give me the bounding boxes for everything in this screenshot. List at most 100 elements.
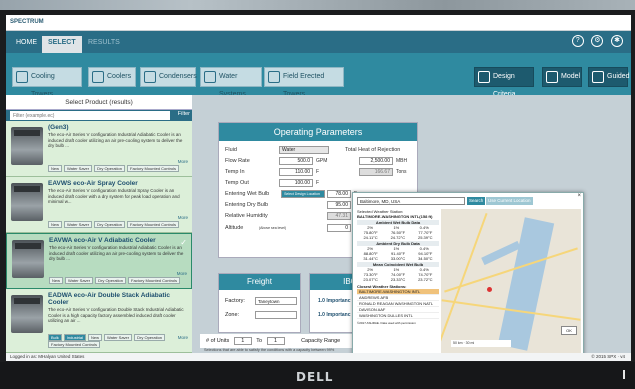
temp-in-unit: F — [316, 169, 320, 175]
ok-button[interactable]: OK — [561, 326, 577, 335]
product-tags: New Water Saver Dry Operation Factory Mount… — [48, 221, 181, 228]
heat-rejection-label: Total Heat of Rejection — [345, 147, 401, 153]
filter-input[interactable] — [10, 111, 170, 120]
use-current-location-button[interactable]: Use Current Location — [486, 197, 533, 205]
weather-data-table: Selected Weather Station: BALTIMORE-WASH… — [357, 209, 439, 325]
power-icon[interactable] — [623, 370, 625, 379]
field-erected-towers-button[interactable]: Field Erected Towers — [264, 67, 344, 98]
model-label: Model — [561, 73, 581, 80]
station-item[interactable]: WASHINGTON DULLES INTL — [357, 313, 439, 319]
selection-note: Selections that are able to satisfy the … — [204, 348, 335, 352]
product-image — [11, 127, 43, 165]
product-tags: New Water Saver Dry Operation Factory Mount… — [49, 277, 182, 284]
station-marker-icon[interactable] — [487, 287, 492, 292]
weather-station-dialog: Baltimore, MD, USA Search Use Current Lo… — [352, 192, 584, 357]
status-bar: Logged in as: MHalyan United States © 20… — [6, 353, 631, 361]
product-item-selected[interactable]: ✓ EAVWA eco-Air V Adiabatic Cooler The e… — [6, 233, 192, 289]
guided-button[interactable]: Guided — [588, 67, 630, 87]
ibc-line: 1.0 Importanc — [318, 298, 351, 304]
select-design-location-button[interactable]: Select Design Location — [281, 190, 325, 198]
location-search-input[interactable]: Baltimore, MD, USA — [357, 197, 465, 205]
flow-unit: GPM — [316, 158, 328, 164]
water-systems-button[interactable]: Water Systems — [200, 67, 262, 98]
highway — [441, 213, 488, 349]
close-icon[interactable]: × — [577, 193, 581, 199]
tag: Water Saver — [104, 334, 133, 341]
country: United States — [57, 354, 85, 359]
condenser-icon — [144, 71, 156, 83]
product-item[interactable]: EADWA eco-Air Double Stack Adiabatic Coo… — [6, 289, 192, 353]
logged-in-label: Logged in as: — [10, 354, 38, 359]
units-label: # of Units — [206, 338, 230, 344]
capacity-range-label: Capacity Range — [301, 338, 341, 344]
product-sidebar: Select Product (results) Filter (Gen3) T… — [6, 95, 192, 353]
cell: 23.33°C — [390, 277, 406, 282]
units-from-input[interactable]: 1 — [233, 337, 252, 345]
cell: 24.72°C — [390, 235, 406, 240]
selected-station: BALTIMORE-WASHINGTON INTL(158 ft) — [357, 214, 433, 219]
model-button[interactable]: Model — [542, 67, 582, 87]
guided-icon — [592, 71, 604, 83]
flow-rate-input[interactable]: 500.0 — [279, 157, 313, 165]
cell: 23.72°C — [418, 277, 433, 282]
bay-water — [497, 217, 555, 351]
units-to-input[interactable]: 1 — [266, 337, 285, 345]
tag: Bulk — [48, 334, 62, 341]
cell: 31.44°C — [363, 256, 378, 261]
factory-select[interactable]: Taneytown — [255, 297, 297, 305]
gear-icon[interactable]: ✱ — [611, 35, 623, 47]
tab-results[interactable]: RESULTS — [82, 36, 126, 53]
freight-title: Freight — [219, 274, 300, 290]
cooler-icon — [92, 71, 104, 83]
cell: 23.07°C — [363, 277, 378, 282]
tag: Water Saver — [65, 277, 94, 284]
tag: Factory Mounted Controls — [48, 341, 101, 348]
cell: 25.39°C — [418, 235, 433, 240]
altitude-input[interactable]: 0 — [327, 224, 351, 232]
more-link[interactable]: More — [177, 271, 187, 276]
product-item[interactable]: EAVWS eco-Air Spray Cooler The eco-Air S… — [6, 177, 192, 233]
copyright: © 2015 SPX · v4 — [591, 354, 625, 359]
monitor-chin: DELL — [0, 362, 635, 389]
design-criteria-button[interactable]: Design Criteria — [474, 67, 534, 98]
help-icon[interactable]: ? — [571, 35, 584, 47]
temp-in-input[interactable]: 110.00 — [279, 168, 313, 176]
condensers-button[interactable]: Condensers — [140, 67, 197, 87]
search-button[interactable]: Search — [467, 197, 486, 205]
temp-out-input[interactable]: 100.00 — [279, 179, 313, 187]
tag: New — [48, 165, 63, 172]
wb-c-row: 24.11°C 24.72°C 25.39°C — [357, 235, 439, 240]
entering-wet-bulb-label: Entering Wet Bulb — [225, 191, 270, 197]
map-view[interactable]: 50 km · 30 mi OK — [441, 209, 581, 353]
cooling-tower-icon — [16, 71, 28, 83]
temp-out-label: Temp Out — [225, 180, 249, 186]
product-desc: The eco-Air Series V configuration Indus… — [48, 188, 180, 204]
product-desc: The eco-Air Series V configuration Indus… — [48, 132, 183, 148]
user-settings-icon[interactable]: ⚙ — [591, 35, 604, 47]
filter-button[interactable]: Filter — [178, 111, 190, 117]
more-link[interactable]: More — [178, 159, 188, 164]
product-name: EAVWS eco-Air Spray Cooler — [48, 180, 138, 187]
altitude-note: (Above sea level) — [259, 226, 287, 230]
user-name: MHalyan — [38, 354, 57, 359]
tab-home[interactable]: HOME — [10, 36, 43, 53]
background-wall — [0, 0, 635, 10]
heat-rejection-input[interactable]: 2,500.00 — [359, 157, 393, 165]
product-desc: The eco-Air Series V configuration Doubl… — [48, 307, 184, 323]
product-desc: The eco-Air Series V configuration Indus… — [49, 245, 184, 261]
operating-title: Operating Parameters — [219, 123, 417, 141]
dry-bulb-input[interactable]: 95.00 — [327, 201, 351, 209]
units-row: # of Units 1 To 1 Capacity Range — [200, 334, 360, 348]
zone-select[interactable] — [255, 311, 297, 319]
sidebar-title: Select Product (results) — [6, 95, 192, 110]
coolers-button[interactable]: Coolers — [88, 67, 136, 87]
coolers-label: Coolers — [107, 73, 132, 80]
product-image — [12, 240, 44, 278]
tab-select[interactable]: SELECT — [42, 36, 82, 53]
fluid-select[interactable]: Water — [279, 146, 329, 154]
wet-bulb-input[interactable]: 78.00 — [327, 190, 351, 198]
tag: New — [48, 221, 63, 228]
product-item[interactable]: (Gen3) The eco-Air Series V configuratio… — [6, 121, 192, 177]
more-link[interactable]: More — [178, 215, 188, 220]
cooling-towers-button[interactable]: Cooling Towers — [12, 67, 82, 98]
